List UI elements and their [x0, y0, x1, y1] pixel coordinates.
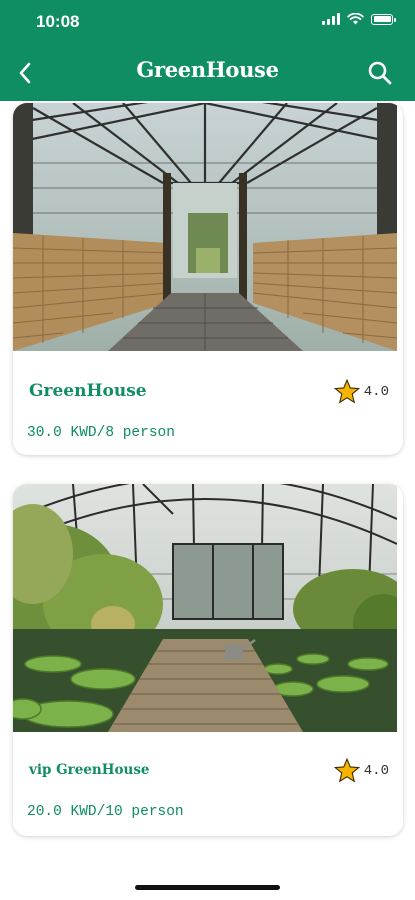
price: 20.0 KWD/10 person: [27, 804, 184, 820]
wifi-icon: [347, 13, 364, 25]
star-icon: [333, 758, 360, 783]
status-icons: [322, 13, 396, 25]
card-title: vip GreenHouse: [29, 762, 150, 778]
signal-icon: [322, 13, 340, 25]
rating-value: 4.0: [363, 383, 389, 400]
greenhouse-image: [13, 103, 397, 351]
search-icon: [368, 61, 392, 85]
page-title: GreenHouse: [136, 57, 279, 82]
home-indicator[interactable]: [135, 885, 280, 890]
rating: 4.0: [333, 758, 389, 783]
status-time: 10:08: [36, 12, 80, 31]
card-title: GreenHouse: [29, 381, 147, 401]
battery-icon: [371, 13, 396, 25]
star-icon: [333, 379, 360, 404]
vip-greenhouse-card[interactable]: vip GreenHouse 4.0 20.0 KWD/10 person: [13, 484, 403, 836]
price: 30.0 KWD/8 person: [27, 425, 175, 441]
app-bar: 10:08 GreenHouse: [0, 0, 415, 101]
greenhouse-card[interactable]: GreenHouse 4.0 30.0 KWD/8 person: [13, 103, 403, 455]
rating: 4.0: [333, 379, 389, 404]
greenhouse-image: [13, 484, 397, 732]
search-button[interactable]: [365, 58, 395, 88]
rating-value: 4.0: [363, 762, 389, 779]
